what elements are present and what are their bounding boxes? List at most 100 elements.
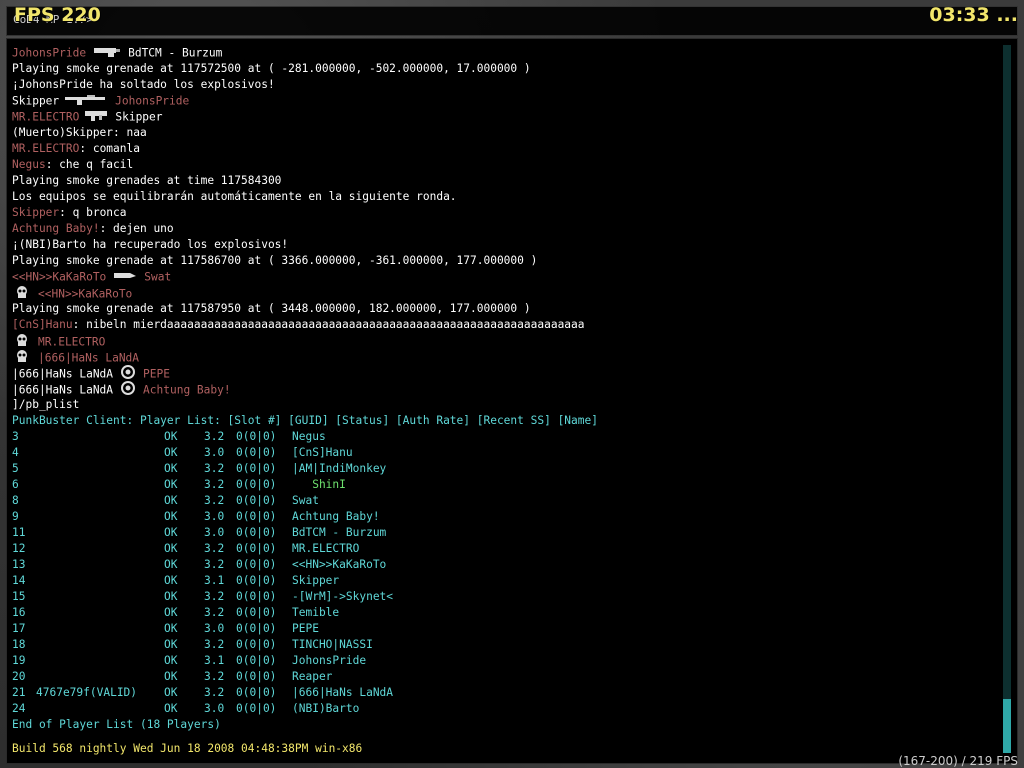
kill-line: |666|HaNs LaNdA	[12, 349, 993, 365]
chat-sender: Achtung Baby!	[12, 222, 100, 235]
player-slot: 9	[12, 510, 19, 523]
player-ss: 0(0|0)	[236, 686, 277, 699]
player-rate: 3.2	[204, 638, 225, 651]
player-row: 20 OK 3.2 0(0|0) Reaper	[12, 669, 993, 685]
victim-name: JohonsPride	[115, 94, 190, 108]
chat-line: Skipper: q bronca	[12, 205, 993, 221]
player-status: OK	[164, 430, 178, 443]
player-ss: 0(0|0)	[236, 478, 277, 491]
player-guid: 4767e79f(VALID)	[36, 686, 138, 699]
player-row: 19 OK 3.1 0(0|0) JohonsPride	[12, 653, 993, 669]
player-status: OK	[164, 478, 178, 491]
victim-name: Achtung Baby!	[143, 383, 231, 397]
player-slot: 21	[12, 686, 26, 699]
player-slot: 4	[12, 446, 19, 459]
player-name: BdTCM - Burzum	[292, 526, 387, 539]
player-status: OK	[164, 446, 178, 459]
grenade-icon	[119, 381, 137, 397]
scrollbar-thumb[interactable]	[1003, 699, 1011, 753]
grenade-icon	[119, 365, 137, 381]
chat-sender: (Muerto)Skipper	[12, 126, 114, 139]
victim-name: MR.ELECTRO	[38, 335, 106, 349]
chat-sender: Skipper	[12, 206, 60, 219]
player-rate: 3.2	[204, 494, 225, 507]
killer-name: Skipper	[12, 94, 60, 108]
player-ss: 0(0|0)	[236, 606, 277, 619]
player-row: 4 OK 3.0 0(0|0) [CnS]Hanu	[12, 445, 993, 461]
player-name: TINCHO|NASSI	[292, 638, 373, 651]
player-status: OK	[164, 670, 178, 683]
player-name: <<HN>>KaKaRoTo	[292, 558, 387, 571]
chat-message: : comanla	[79, 142, 140, 155]
player-name: Skipper	[292, 574, 340, 587]
victim-name: <<HN>>KaKaRoTo	[38, 287, 133, 301]
player-status: OK	[164, 686, 178, 699]
player-ss: 0(0|0)	[236, 462, 277, 475]
player-slot: 18	[12, 638, 26, 651]
kill-line: MR.ELECTRO Skipper	[12, 109, 993, 125]
skull-icon	[12, 285, 32, 301]
player-rate: 3.0	[204, 622, 225, 635]
player-name: (NBI)Barto	[292, 702, 360, 715]
player-ss: 0(0|0)	[236, 446, 277, 459]
player-ss: 0(0|0)	[236, 510, 277, 523]
player-slot: 8	[12, 494, 19, 507]
log-line: Playing smoke grenade at 117587950 at ( …	[12, 302, 531, 315]
killer-name: <<HN>>KaKaRoTo	[12, 270, 107, 284]
player-slot: 12	[12, 542, 26, 555]
player-slot: 24	[12, 702, 26, 715]
player-name: Negus	[292, 430, 326, 443]
player-slot: 3	[12, 430, 19, 443]
player-slot: 19	[12, 654, 26, 667]
player-status: OK	[164, 638, 178, 651]
killer-name: |666|HaNs LaNdA	[12, 367, 114, 381]
knife-icon	[112, 269, 138, 285]
player-slot: 6	[12, 478, 19, 491]
match-timer: 03:33 ...	[929, 4, 1018, 26]
player-row: 5 OK 3.2 0(0|0) |AM|IndiMonkey	[12, 461, 993, 477]
victim-name: Swat	[144, 270, 172, 284]
player-status: OK	[164, 494, 178, 507]
player-rate: 3.2	[204, 558, 225, 571]
player-name: |666|HaNs LaNdA	[292, 686, 394, 699]
console-output: JohonsPride BdTCM - Burzum Playing smoke …	[6, 38, 1018, 764]
player-row: 18 OK 3.2 0(0|0) TINCHO|NASSI	[12, 637, 993, 653]
kill-line: |666|HaNs LaNdA PEPE	[12, 365, 993, 381]
player-rate: 3.0	[204, 526, 225, 539]
player-rate: 3.0	[204, 446, 225, 459]
fps-counter: FPS 220	[14, 4, 101, 26]
skull-icon	[12, 349, 32, 365]
rifle-icon	[65, 93, 109, 109]
player-rate: 3.2	[204, 478, 225, 491]
smg-icon	[85, 109, 109, 125]
console-input-bar[interactable]: CoD4 MP 1.7>	[6, 6, 1018, 36]
player-row: 3 OK 3.2 0(0|0) Negus	[12, 429, 993, 445]
chat-sender: MR.ELECTRO	[12, 142, 80, 155]
chat-sender: [CnS]Hanu	[12, 318, 73, 331]
player-rate: 3.2	[204, 606, 225, 619]
killer-name: MR.ELECTRO	[12, 110, 80, 124]
player-status: OK	[164, 590, 178, 603]
player-rate: 3.2	[204, 462, 225, 475]
player-rate: 3.2	[204, 590, 225, 603]
player-slot: 20	[12, 670, 26, 683]
player-status: OK	[164, 462, 178, 475]
player-ss: 0(0|0)	[236, 430, 277, 443]
chat-line: MR.ELECTRO: comanla	[12, 141, 993, 157]
player-rate: 3.2	[204, 430, 225, 443]
player-list-footer: End of Player List (18 Players)	[12, 718, 221, 731]
chat-line: [CnS]Hanu: nibeln mierdaaaaaaaaaaaaaaaaa…	[12, 317, 993, 333]
player-ss: 0(0|0)	[236, 654, 277, 667]
log-line: Playing smoke grenade at 117572500 at ( …	[12, 62, 531, 75]
console-scrollbar[interactable]	[1003, 45, 1011, 753]
kill-line: <<HN>>KaKaRoTo	[12, 285, 993, 301]
player-row: 14 OK 3.1 0(0|0) Skipper	[12, 573, 993, 589]
chat-line: Negus: che q facil	[12, 157, 993, 173]
player-slot: 16	[12, 606, 26, 619]
player-ss: 0(0|0)	[236, 526, 277, 539]
player-name: Reaper	[292, 670, 333, 683]
player-row: 21 4767e79f(VALID) OK 3.2 0(0|0) |666|HaNs La…	[12, 685, 993, 701]
chat-sender: Negus	[12, 158, 46, 171]
log-line: Los equipos se equilibrarán automáticame…	[12, 190, 457, 203]
chat-message: : che q facil	[45, 158, 134, 171]
